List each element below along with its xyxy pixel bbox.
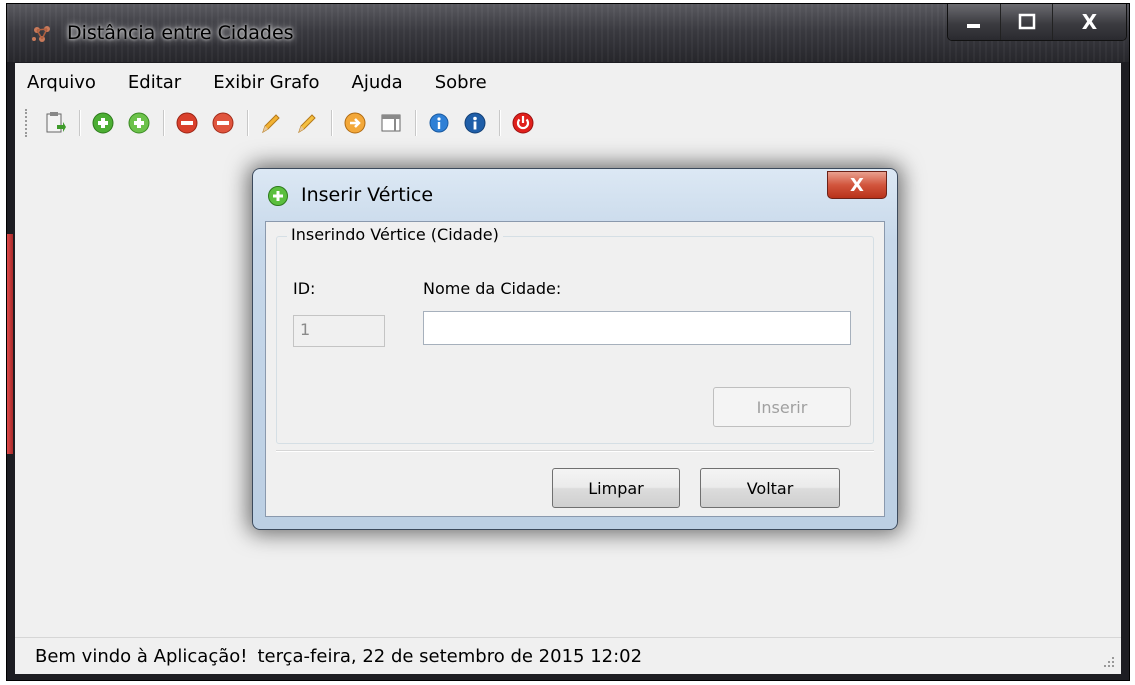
close-icon: X [850,174,864,196]
add-green-icon-2 [128,112,150,134]
info-icon [429,113,449,133]
toolbar-separator [499,110,501,136]
remove-red-icon-2 [212,112,234,134]
id-label: ID: [293,279,316,298]
insert-vertex-dialog: Inserir Vértice X Inserindo Vértice (Cid… [252,168,898,530]
toolbar-separator [331,110,333,136]
menu-bar: Arquivo Editar Exibir Grafo Ajuda Sobre [15,63,1121,101]
dialog-body: Inserindo Vértice (Cidade) ID: Nome da C… [265,221,885,517]
edit-vertex-button[interactable] [257,109,285,137]
window-icon [381,114,401,132]
window-title: Distância entre Cidades [67,22,294,44]
maximize-icon [1018,13,1035,30]
add-green-icon [92,112,114,134]
add-vertex-button[interactable] [89,109,117,137]
remove-red-icon [176,112,198,134]
show-graph-button[interactable] [377,109,405,137]
id-field: 1 [293,315,385,347]
status-datetime: terça-feira, 22 de setembro de 2015 12:0… [257,645,643,667]
exit-button[interactable] [509,109,537,137]
toolbar-separator [415,110,417,136]
calculate-button[interactable] [341,109,369,137]
menu-editar[interactable]: Editar [128,72,181,93]
toolbar-separator [79,110,81,136]
add-green-icon [268,186,288,206]
toolbar [15,101,1121,145]
dialog-divider [276,450,874,452]
close-icon: X [1081,10,1098,34]
status-bar: Bem vindo à Aplicação! terça-feira, 22 d… [15,637,1121,674]
title-bar[interactable]: Distância entre Cidades X [7,4,1129,62]
menu-sobre[interactable]: Sobre [435,72,487,93]
status-message: Bem vindo à Aplicação! [35,645,248,667]
groupbox-title: Inserindo Vértice (Cidade) [287,225,503,244]
city-name-label: Nome da Cidade: [423,279,562,298]
pencil-icon [262,114,280,134]
window-edge-accent [7,234,13,454]
info-icon-2 [464,112,486,134]
help-button[interactable] [425,109,453,137]
dialog-close-button[interactable]: X [827,171,887,199]
city-name-input[interactable] [423,311,851,345]
toolbar-separator [247,110,249,136]
new-document-button[interactable] [41,109,69,137]
remove-vertex-button[interactable] [173,109,201,137]
menu-arquivo[interactable]: Arquivo [27,72,96,93]
new-document-icon [46,112,66,133]
menu-exibir-grafo[interactable]: Exibir Grafo [213,72,319,93]
add-edge-button[interactable] [125,109,153,137]
maximize-button[interactable] [1000,4,1052,40]
vertex-groupbox: Inserindo Vértice (Cidade) ID: Nome da C… [276,225,874,444]
close-button[interactable]: X [1052,4,1126,40]
dialog-title: Inserir Vértice [301,184,434,206]
minimize-button[interactable] [948,4,1000,40]
orange-arrow-icon [344,112,366,134]
caption-buttons: X [947,4,1127,41]
toolbar-grip[interactable] [25,109,31,137]
power-icon [512,112,534,134]
about-button[interactable] [461,109,489,137]
edit-edge-button[interactable] [293,109,321,137]
remove-edge-button[interactable] [209,109,237,137]
toolbar-separator [163,110,165,136]
insert-button: Inserir [713,387,851,427]
menu-ajuda[interactable]: Ajuda [352,72,403,93]
minimize-icon [967,24,980,28]
clear-button[interactable]: Limpar [552,468,680,508]
resize-grip-icon[interactable] [1101,654,1115,668]
app-icon [32,26,50,42]
back-button[interactable]: Voltar [700,468,840,508]
pencil-icon-2 [298,114,316,134]
